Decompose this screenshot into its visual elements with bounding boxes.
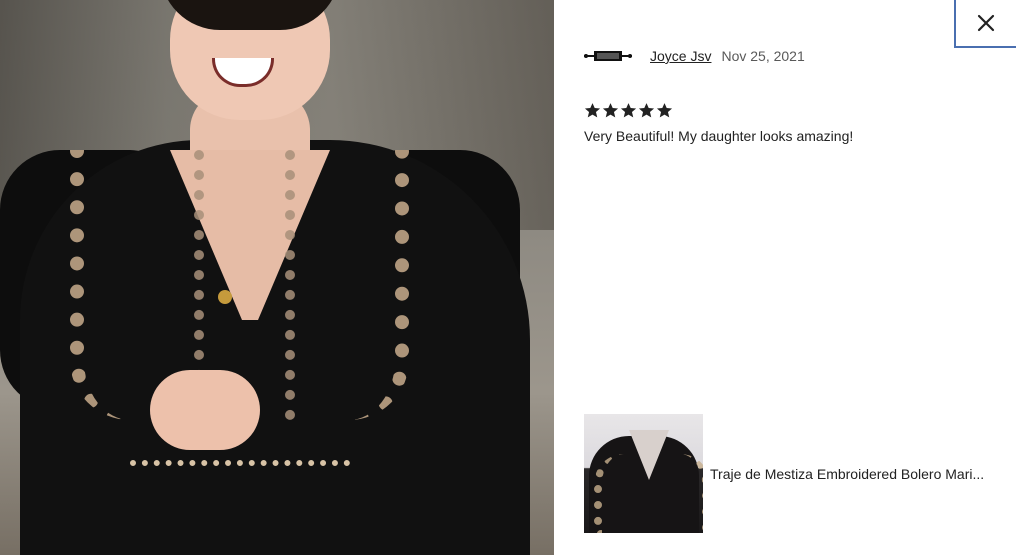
close-icon [977,14,995,32]
star-icon [620,103,637,118]
item-thumbnail[interactable] [584,414,703,533]
photo-belt [130,460,350,478]
photo-pendant [218,290,232,304]
review-text: Very Beautiful! My daughter looks amazin… [584,128,854,144]
review-photo [0,0,554,555]
star-icon [584,103,601,118]
star-icon [656,103,673,118]
review-meta: Joyce Jsv Nov 25, 2021 [584,46,805,66]
review-date: Nov 25, 2021 [721,48,805,64]
star-icon [638,103,655,118]
item-title[interactable]: Traje de Mestiza Embroidered Bolero Mari… [710,466,1002,482]
star-rating [584,102,673,119]
close-button[interactable] [954,0,1016,48]
reviewer-name-link[interactable]: Joyce Jsv [650,48,711,64]
reviewed-item-link[interactable]: Traje de Mestiza Embroidered Bolero Mari… [584,414,1004,533]
avatar-icon [584,51,632,61]
thumbnail-lace [594,454,703,533]
photo-hand [150,370,260,450]
reviewer-avatar[interactable] [584,49,632,63]
star-icon [602,103,619,118]
photo-embroidery-right [285,150,409,420]
